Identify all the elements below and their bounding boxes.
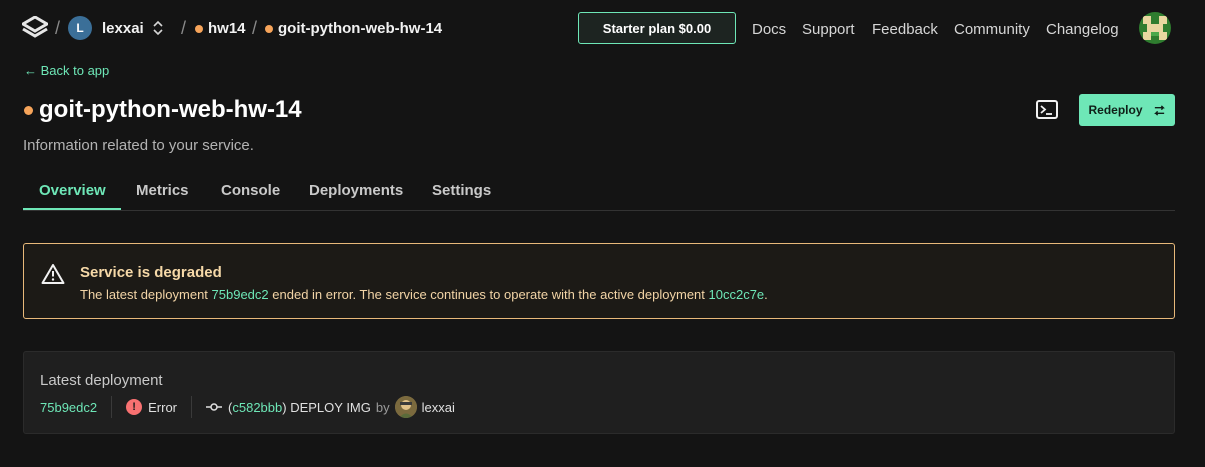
author-avatar xyxy=(394,396,417,418)
tab-console[interactable]: Console xyxy=(221,182,280,199)
status-dot xyxy=(195,24,203,33)
divider xyxy=(191,396,193,418)
tab-deployments[interactable]: Deployments xyxy=(309,182,403,199)
alert-message: The latest deployment 75b9edc2 ended in … xyxy=(80,287,768,302)
page-subtitle: Information related to your service. xyxy=(23,137,254,154)
nav-link-community[interactable]: Community xyxy=(954,21,1030,38)
user-avatar[interactable] xyxy=(1139,12,1171,44)
deployment-row: 75b9edc2 ! Error (c582bbb) DEPLOY IMG by… xyxy=(40,396,455,418)
active-deployment-link[interactable]: 10cc2c7e xyxy=(709,287,765,302)
latest-deployment-card: Latest deployment 75b9edc2 ! Error (c582… xyxy=(23,351,1175,434)
org-avatar[interactable]: L xyxy=(68,16,92,40)
by-label: by xyxy=(375,399,390,415)
page-title-group: goit-python-web-hw-14 xyxy=(24,96,302,124)
commit-icon xyxy=(206,403,223,411)
status-dot xyxy=(265,24,273,33)
nav-link-changelog[interactable]: Changelog xyxy=(1046,21,1119,38)
tab-overview[interactable]: Overview xyxy=(39,182,106,199)
nav-link-support[interactable]: Support xyxy=(802,21,855,38)
status-dot xyxy=(24,105,33,115)
active-tab-indicator xyxy=(23,208,121,210)
plan-button[interactable]: Starter plan $0.00 xyxy=(578,12,736,44)
breadcrumb-separator: / xyxy=(181,18,187,38)
breadcrumb-separator: / xyxy=(252,18,258,38)
tab-bar: Overview Metrics Console Deployments Set… xyxy=(23,172,1175,211)
nav-link-feedback[interactable]: Feedback xyxy=(872,21,938,38)
back-to-app-link[interactable]: ← Back to app xyxy=(24,63,109,78)
nav-link-docs[interactable]: Docs xyxy=(752,21,786,38)
redeploy-label: Redeploy xyxy=(1088,103,1143,117)
tab-metrics[interactable]: Metrics xyxy=(136,182,189,199)
divider xyxy=(111,396,113,418)
alert-title: Service is degraded xyxy=(80,264,222,281)
redeploy-button[interactable]: Redeploy xyxy=(1079,94,1175,126)
deployment-status: Error xyxy=(148,399,178,415)
tab-settings[interactable]: Settings xyxy=(432,182,491,199)
breadcrumb-project[interactable]: hw14 xyxy=(195,20,246,37)
terminal-icon[interactable] xyxy=(1035,99,1059,121)
top-bar: / L lexxai / hw14 / goit-python-web-hw-1… xyxy=(0,0,1205,57)
redeploy-arrows-icon xyxy=(1153,104,1165,116)
degraded-alert: Service is degraded The latest deploymen… xyxy=(23,243,1175,319)
page-title: goit-python-web-hw-14 xyxy=(39,96,302,123)
commit-message: DEPLOY IMG xyxy=(290,399,371,415)
breadcrumb-service[interactable]: goit-python-web-hw-14 xyxy=(265,20,442,37)
error-icon: ! xyxy=(126,399,143,415)
failed-deployment-link[interactable]: 75b9edc2 xyxy=(212,287,269,302)
latest-deployment-label: Latest deployment xyxy=(40,372,163,389)
breadcrumb-separator: / xyxy=(55,18,61,38)
logo-icon[interactable] xyxy=(22,16,48,40)
warning-triangle-icon xyxy=(41,264,65,284)
deployment-id-link[interactable]: 75b9edc2 xyxy=(40,400,97,415)
commit-hash-link[interactable]: c582bbb xyxy=(232,400,282,415)
chevron-updown-icon[interactable] xyxy=(152,19,164,37)
org-name[interactable]: lexxai xyxy=(102,20,144,37)
author-name: lexxai xyxy=(421,399,455,415)
